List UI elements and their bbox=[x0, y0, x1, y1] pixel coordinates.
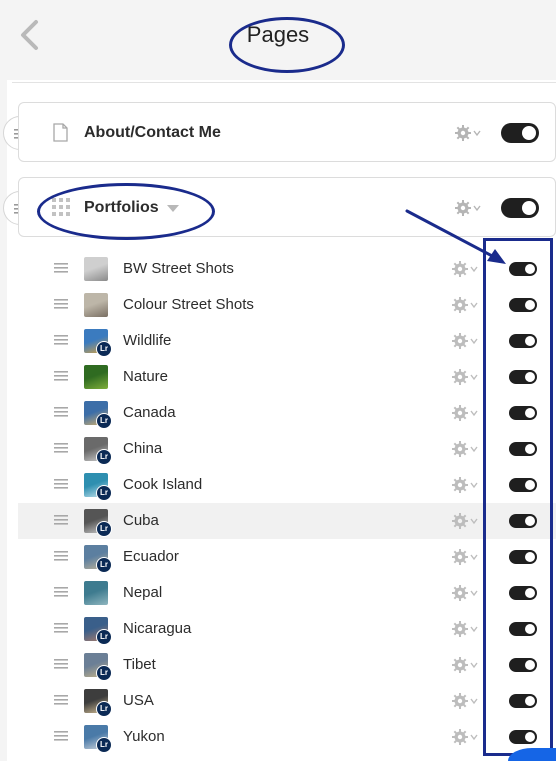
annotation-arrow bbox=[405, 209, 506, 264]
